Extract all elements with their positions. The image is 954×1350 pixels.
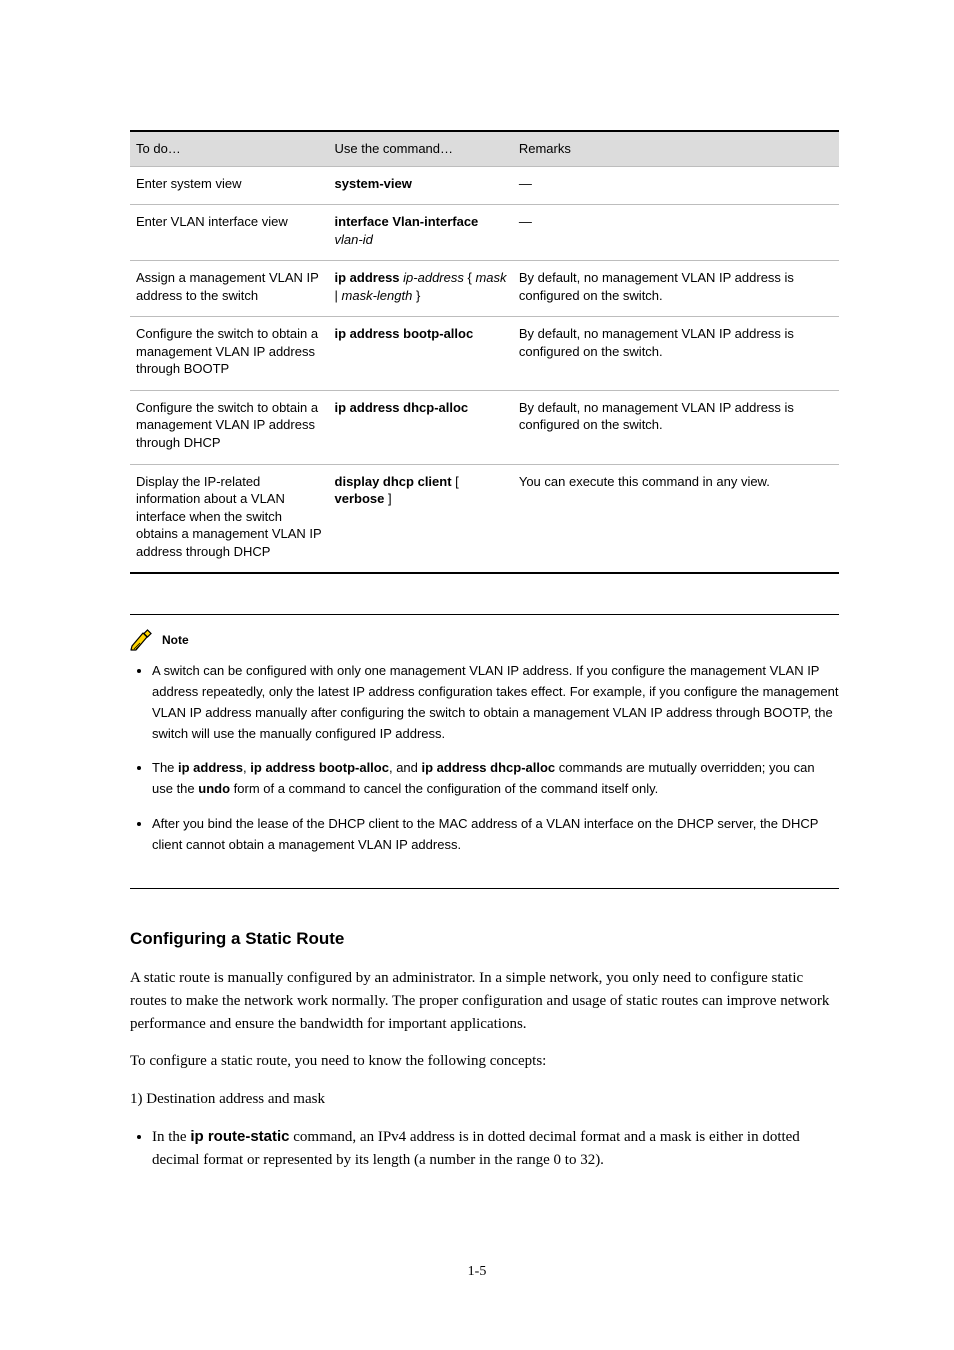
table-header-row: To do… Use the command… Remarks <box>130 131 839 166</box>
col-header-remarks: Remarks <box>513 131 839 166</box>
cell-remarks: You can execute this command in any view… <box>513 464 839 573</box>
col-header-todo: To do… <box>130 131 329 166</box>
table-row: Enter VLAN interface view interface Vlan… <box>130 205 839 261</box>
cell-todo: Configure the switch to obtain a managem… <box>130 390 329 464</box>
note-label: Note <box>162 633 189 647</box>
note-item: A switch can be configured with only one… <box>152 661 839 744</box>
cell-use: ip address ip-address { mask | mask-leng… <box>329 261 513 317</box>
page-number: 1-5 <box>0 1264 954 1280</box>
cell-use: display dhcp client [ verbose ] <box>329 464 513 573</box>
cell-remarks: By default, no management VLAN IP addres… <box>513 390 839 464</box>
body-list-item: In the ip route-static command, an IPv4 … <box>152 1125 839 1173</box>
note-list: A switch can be configured with only one… <box>130 661 839 855</box>
cell-remarks: By default, no management VLAN IP addres… <box>513 317 839 391</box>
cell-todo: Enter VLAN interface view <box>130 205 329 261</box>
cell-use: ip address bootp-alloc <box>329 317 513 391</box>
page-root: To do… Use the command… Remarks Enter sy… <box>0 0 954 1350</box>
note-header: Note <box>130 629 839 651</box>
cell-todo: Assign a management VLAN IP address to t… <box>130 261 329 317</box>
note-divider-bottom <box>130 870 839 889</box>
table-row: Configure the switch to obtain a managem… <box>130 317 839 391</box>
cell-todo: Display the IP-related information about… <box>130 464 329 573</box>
section-heading: Configuring a Static Route <box>130 929 839 949</box>
note-divider-top <box>130 614 839 615</box>
cell-todo: Configure the switch to obtain a managem… <box>130 317 329 391</box>
note-item: After you bind the lease of the DHCP cli… <box>152 814 839 856</box>
body-paragraph: 1) Destination address and mask <box>130 1088 839 1111</box>
cell-use: interface Vlan-interface vlan-id <box>329 205 513 261</box>
cell-remarks: By default, no management VLAN IP addres… <box>513 261 839 317</box>
note-icon <box>130 629 156 651</box>
table-row: Assign a management VLAN IP address to t… <box>130 261 839 317</box>
cell-todo: Enter system view <box>130 166 329 205</box>
body-paragraph: A static route is manually configured by… <box>130 967 839 1037</box>
body-list: In the ip route-static command, an IPv4 … <box>130 1125 839 1173</box>
table-row: Enter system view system-view — <box>130 166 839 205</box>
command-table: To do… Use the command… Remarks Enter sy… <box>130 130 839 574</box>
table-row: Display the IP-related information about… <box>130 464 839 573</box>
body-paragraph: To configure a static route, you need to… <box>130 1050 839 1073</box>
note-item: The ip address, ip address bootp-alloc, … <box>152 758 839 800</box>
cell-remarks: — <box>513 166 839 205</box>
cell-use: system-view <box>329 166 513 205</box>
cell-remarks: — <box>513 205 839 261</box>
col-header-use: Use the command… <box>329 131 513 166</box>
cell-use: ip address dhcp-alloc <box>329 390 513 464</box>
table-row: Configure the switch to obtain a managem… <box>130 390 839 464</box>
